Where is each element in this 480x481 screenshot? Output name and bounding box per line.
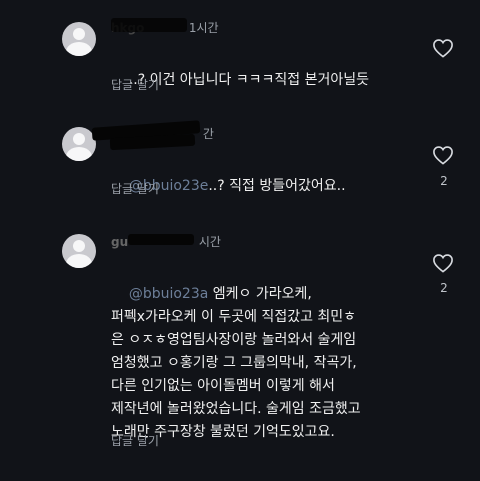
comment-2: gu 간 @bbuio23e..? 직접 방들어갔어요.. 답글 달기 2 xyxy=(0,100,480,210)
avatar[interactable] xyxy=(62,234,96,268)
heart-icon[interactable] xyxy=(432,38,454,58)
reply-button[interactable]: 답글 달기 xyxy=(111,180,159,197)
avatar[interactable] xyxy=(62,22,96,56)
timestamp: 1시간 xyxy=(188,21,219,35)
reply-button[interactable]: 답글 달기 xyxy=(111,76,159,93)
like-count: 2 xyxy=(440,281,448,295)
comment-3: gu 시간 @bbuio23a 엠케ㅇ 가라오케, 퍼펙x가라오케 이 두곳에 … xyxy=(0,210,480,481)
redaction-bar xyxy=(111,18,187,32)
comment-1: hkgo 1시간 ..? 이건 아닙니다 ㅋㅋㅋ직접 본거아닐듯 답글 달기 xyxy=(0,0,480,100)
reply-button[interactable]: 답글 달기 xyxy=(111,432,159,449)
redaction-bar xyxy=(128,234,194,245)
timestamp: 시간 xyxy=(198,235,221,249)
like-count: 2 xyxy=(440,174,448,188)
timestamp: 간 xyxy=(202,127,214,141)
heart-icon[interactable] xyxy=(432,145,454,165)
avatar[interactable] xyxy=(62,127,96,161)
comment-text: @bbuio23a 엠케ㅇ 가라오케, 퍼펙x가라오케 이 두곳에 직접갔고 최… xyxy=(111,286,361,440)
mention-link[interactable]: @bbuio23a xyxy=(129,286,209,302)
heart-icon[interactable] xyxy=(432,253,454,273)
